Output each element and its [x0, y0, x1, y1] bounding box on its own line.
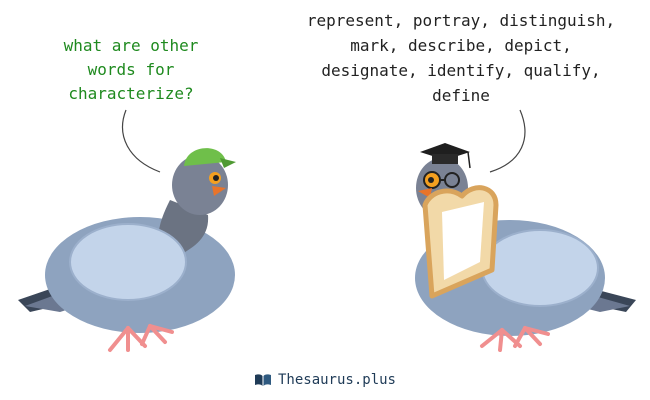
- brand-name[interactable]: Thesaurus.plus: [278, 372, 396, 388]
- left-pigeon: [18, 148, 236, 352]
- footer-brand[interactable]: Thesaurus.plus: [0, 372, 650, 391]
- open-book-icon: [254, 374, 271, 386]
- answer-speech-tail: [489, 109, 526, 173]
- question-speech-tail: [122, 109, 161, 173]
- right-pigeon: [415, 143, 636, 352]
- pigeons-illustration: [18, 109, 636, 352]
